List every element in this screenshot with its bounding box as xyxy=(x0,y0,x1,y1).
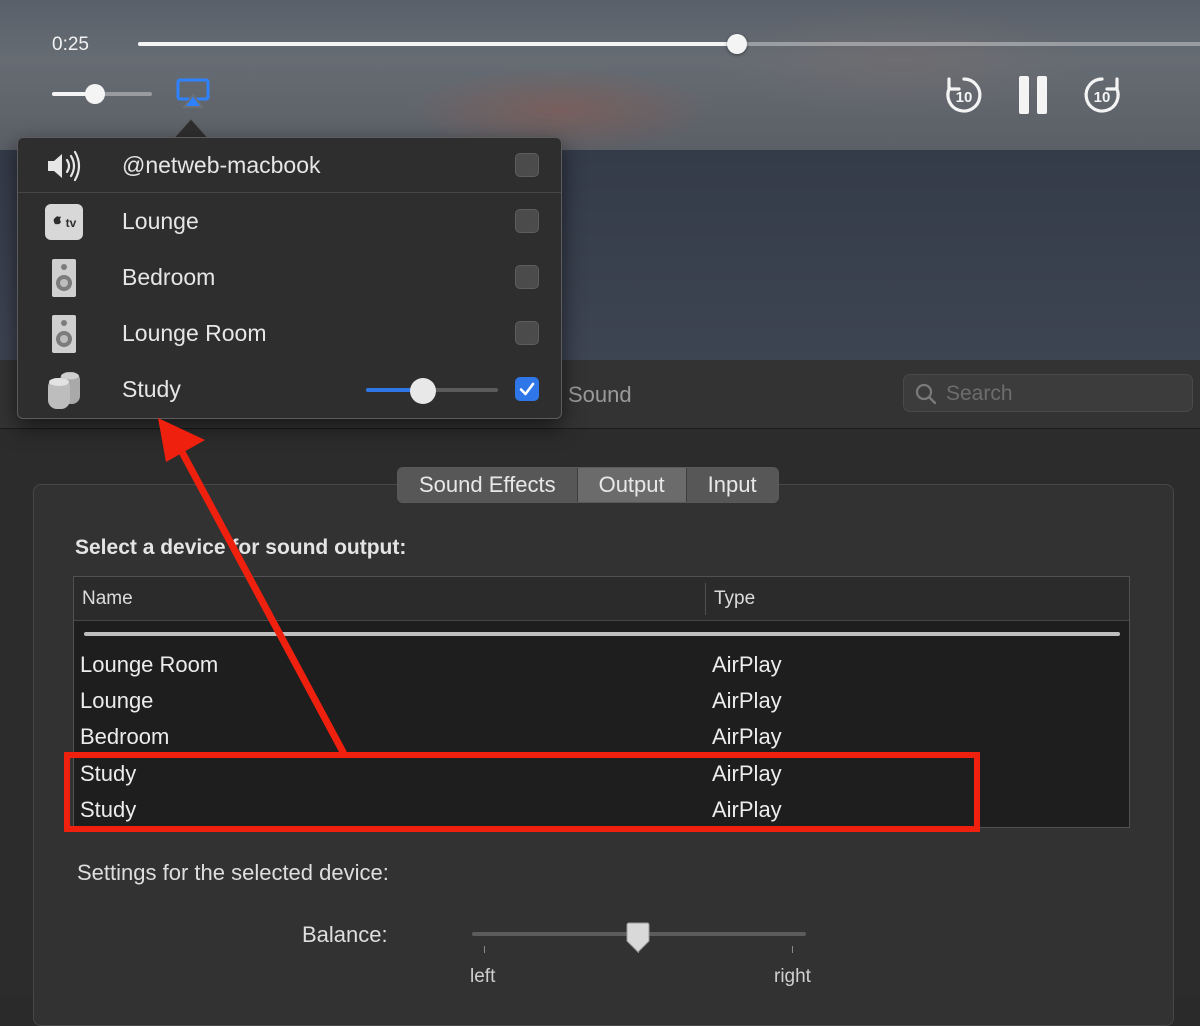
menu-divider xyxy=(18,192,561,193)
menu-item-current-device[interactable]: @netweb-macbook xyxy=(18,138,561,194)
balance-tick xyxy=(792,946,793,953)
airplay-icon xyxy=(176,78,210,108)
balance-left-label: left xyxy=(470,966,496,987)
menu-item-label: @netweb-macbook xyxy=(122,152,321,178)
airplay-button[interactable] xyxy=(176,78,210,108)
svg-text:10: 10 xyxy=(956,89,973,106)
device-type: AirPlay xyxy=(712,797,782,822)
balance-knob[interactable] xyxy=(624,922,652,954)
balance-slider[interactable] xyxy=(472,922,806,953)
table-row[interactable]: Study AirPlay xyxy=(74,792,1129,828)
elapsed-time: 0:25 xyxy=(52,34,89,55)
device-type: AirPlay xyxy=(712,724,782,749)
device-type: AirPlay xyxy=(712,688,782,713)
balance-right-label: right xyxy=(774,966,811,987)
pause-icon xyxy=(1019,76,1047,114)
tab-output[interactable]: Output xyxy=(577,468,687,502)
window-title: Sound xyxy=(568,382,632,407)
device-type: AirPlay xyxy=(712,761,782,786)
speaker-volume-icon xyxy=(48,150,81,182)
scrubber[interactable] xyxy=(138,34,1200,54)
volume-knob[interactable] xyxy=(85,84,105,104)
device-checkbox[interactable] xyxy=(515,265,539,289)
speaker-icon xyxy=(52,259,76,297)
apple-tv-icon: tv xyxy=(45,204,83,240)
device-name: Lounge Room xyxy=(80,652,219,677)
search-field[interactable] xyxy=(903,374,1193,413)
table-header: Name Type xyxy=(74,577,1129,621)
tab-bar: Sound Effects Output Input xyxy=(397,467,779,503)
device-checkbox[interactable] xyxy=(515,321,539,345)
balance-tick xyxy=(484,946,485,953)
scrubber-progress xyxy=(138,42,738,46)
device-name: Study xyxy=(80,797,137,822)
menu-item-label: Study xyxy=(122,376,181,402)
skip-forward-button[interactable]: 10 xyxy=(1079,72,1125,118)
column-header-type[interactable]: Type xyxy=(714,588,755,610)
menu-item-bedroom[interactable]: Bedroom xyxy=(18,250,561,306)
menu-item-label: Lounge xyxy=(122,208,199,234)
menu-item-lounge-room[interactable]: Lounge Room xyxy=(18,306,561,362)
tab-sound-effects[interactable]: Sound Effects xyxy=(398,468,578,502)
device-name: Study xyxy=(80,761,137,786)
table-row[interactable]: Lounge Room AirPlay xyxy=(74,647,1129,683)
balance-label: Balance: xyxy=(302,922,388,947)
settings-heading: Settings for the selected device: xyxy=(77,860,389,885)
output-device-table[interactable]: Name Type Lounge Room AirPlay Lounge Air… xyxy=(73,576,1130,828)
table-row[interactable]: Lounge AirPlay xyxy=(74,683,1129,719)
speaker-icon xyxy=(52,315,76,353)
column-divider xyxy=(705,583,706,615)
svg-text:tv: tv xyxy=(66,216,77,230)
slider-thumb-icon xyxy=(626,922,650,953)
search-icon xyxy=(915,383,937,405)
device-checkbox-checked[interactable] xyxy=(515,377,539,401)
svg-text:10: 10 xyxy=(1094,89,1111,106)
device-name: Lounge xyxy=(80,688,154,713)
menu-item-label: Lounge Room xyxy=(122,320,267,346)
scrubber-knob[interactable] xyxy=(727,34,748,54)
skip-back-10-icon: 10 xyxy=(946,77,982,113)
checkmark-icon xyxy=(519,382,535,396)
skip-back-button[interactable]: 10 xyxy=(941,72,987,118)
airplay-device-menu: @netweb-macbook tv Lounge Bedroom Lounge… xyxy=(17,137,562,419)
table-separator xyxy=(84,632,1120,636)
device-checkbox[interactable] xyxy=(515,153,539,177)
menu-item-label: Bedroom xyxy=(122,264,216,290)
homepod-icon xyxy=(48,372,80,409)
table-row[interactable]: Bedroom AirPlay xyxy=(74,719,1129,755)
device-type: AirPlay xyxy=(712,652,782,677)
popup-pointer xyxy=(174,118,208,139)
tab-input[interactable]: Input xyxy=(687,468,778,502)
study-volume-slider[interactable] xyxy=(366,378,498,404)
select-device-heading: Select a device for sound output: xyxy=(75,536,407,559)
menu-item-lounge[interactable]: tv Lounge xyxy=(18,194,561,250)
search-input[interactable] xyxy=(944,375,1188,413)
pause-button[interactable] xyxy=(1010,72,1056,118)
column-header-name[interactable]: Name xyxy=(82,588,133,610)
study-volume-knob[interactable] xyxy=(409,378,436,404)
device-name: Bedroom xyxy=(80,724,170,749)
device-checkbox[interactable] xyxy=(515,209,539,233)
volume-slider[interactable] xyxy=(52,84,152,104)
skip-forward-10-icon: 10 xyxy=(1084,77,1120,113)
table-row[interactable]: Study AirPlay xyxy=(74,756,1129,792)
menu-item-study[interactable]: Study xyxy=(18,362,561,418)
